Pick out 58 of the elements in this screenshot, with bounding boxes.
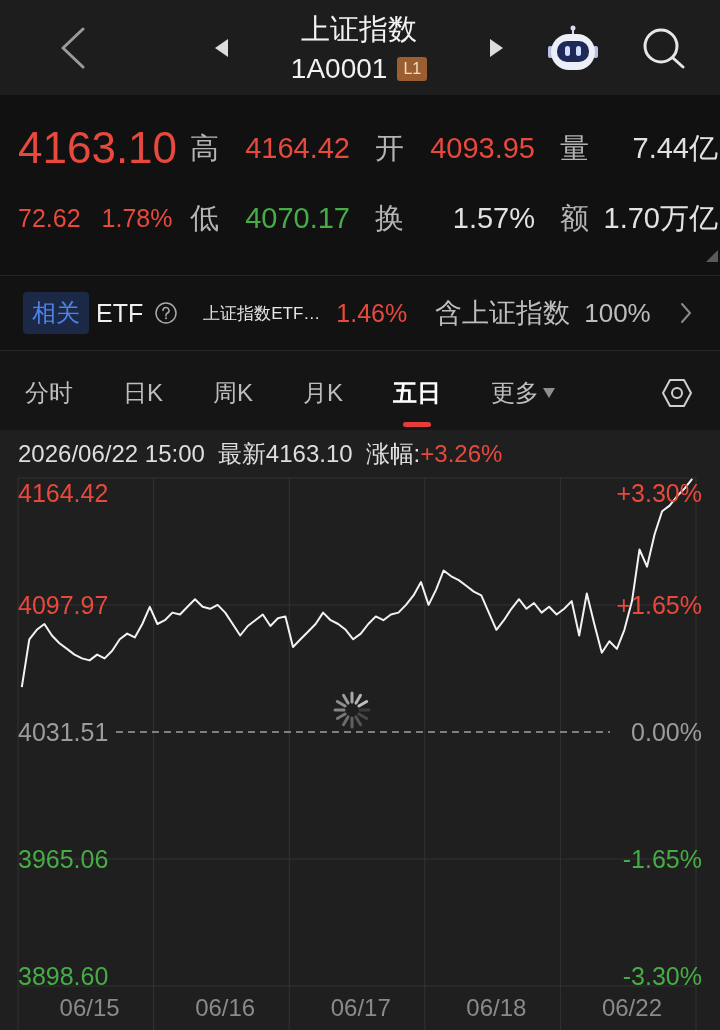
date-axis-label: 06/15: [59, 994, 120, 1021]
back-icon[interactable]: [60, 26, 86, 69]
price-axis-label: 3898.60: [18, 962, 109, 990]
left-triangle-icon[interactable]: [215, 38, 228, 57]
change-value: +3.26%: [420, 439, 503, 469]
stat-label: 低: [190, 201, 219, 235]
holding-share: 100%: [584, 297, 651, 329]
chart-tab[interactable]: 更多: [491, 378, 556, 427]
related-tag[interactable]: 相关: [23, 292, 89, 334]
latest-price: 最新4163.10: [217, 439, 353, 469]
stat-label: 换: [375, 201, 404, 235]
fund-change: 1.46%: [336, 298, 408, 328]
percent-axis-label: 0.00%: [631, 718, 702, 746]
chevron-right-icon[interactable]: [680, 302, 692, 324]
price-axis-label: 4031.51: [18, 718, 109, 746]
settings-icon[interactable]: [662, 378, 692, 408]
date-axis-label: 06/17: [330, 994, 391, 1021]
date-axis-label: 06/18: [466, 994, 527, 1021]
stat-label: 开: [375, 131, 404, 165]
date-axis-label: 06/22: [601, 994, 662, 1021]
stat-label: 额: [560, 201, 589, 235]
price-axis-label: 3965.06: [18, 845, 109, 873]
index-code: 1A0001: [290, 52, 388, 85]
level-badge: L1: [397, 56, 428, 81]
change-label: 涨幅:: [365, 439, 421, 469]
stat-value: 1.70万亿: [603, 201, 718, 235]
stat-value: 4070.17: [245, 201, 350, 235]
etf-label: ETF: [96, 298, 144, 328]
stat-label: 高: [190, 131, 219, 165]
loading-spinner-icon: [333, 691, 371, 729]
chart-tab[interactable]: 分时: [25, 378, 73, 427]
stat-value: 4164.42: [245, 131, 350, 165]
last-price: 4163.10: [18, 123, 178, 173]
right-triangle-icon[interactable]: [490, 38, 503, 57]
stat-value: 1.57%: [452, 201, 535, 235]
stat-value: 7.44亿: [632, 131, 718, 165]
robot-icon[interactable]: [548, 24, 598, 71]
chart-tab[interactable]: 五日: [393, 378, 442, 427]
price-axis-label: 4164.42: [18, 479, 109, 507]
percent-axis-label: -1.65%: [622, 845, 702, 873]
index-title: 上证指数: [301, 11, 417, 47]
holding-label: 含上证指数: [435, 297, 571, 330]
chart-tab[interactable]: 周K: [213, 378, 254, 427]
stat-value: 4093.95: [430, 131, 535, 165]
chart-tab[interactable]: 月K: [303, 378, 344, 427]
price-axis-label: 4097.97: [18, 591, 109, 619]
price-change: 72.62: [18, 203, 81, 233]
percent-axis-label: -3.30%: [622, 962, 702, 990]
caret-icon: [543, 388, 556, 398]
fund-name[interactable]: 上证指数ETF…: [203, 301, 321, 325]
search-icon[interactable]: [642, 26, 686, 69]
chart-tab[interactable]: 日K: [123, 378, 163, 427]
help-icon[interactable]: [155, 302, 178, 324]
corner-triangle-icon: [706, 250, 718, 262]
timestamp: 2026/06/22 15:00: [18, 439, 205, 469]
stat-label: 量: [560, 131, 589, 165]
percent-change: 1.78%: [101, 203, 173, 233]
date-axis-label: 06/16: [195, 994, 256, 1021]
